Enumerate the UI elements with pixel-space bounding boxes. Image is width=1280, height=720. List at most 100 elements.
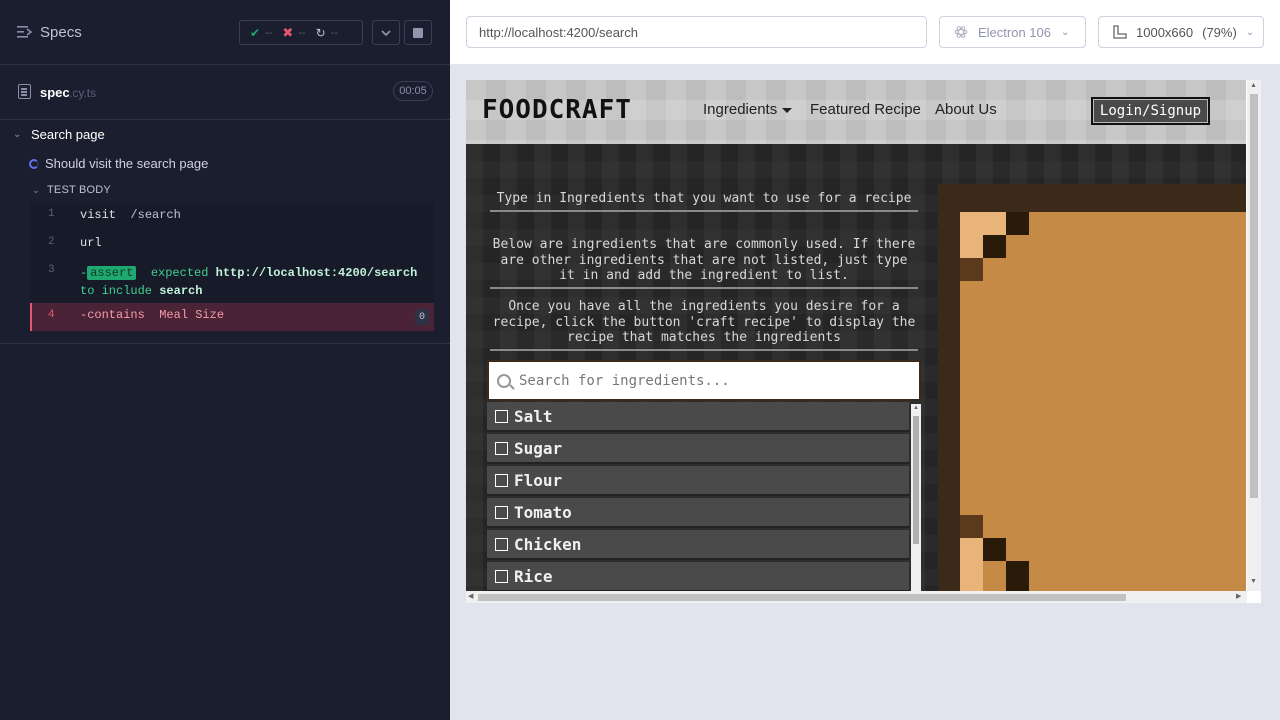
specs-title: Specs <box>40 24 82 41</box>
nav-featured-recipe[interactable]: Featured Recipe <box>810 101 921 118</box>
recipe-paper <box>960 212 1246 591</box>
scrollbar-thumb[interactable] <box>1250 94 1258 498</box>
test-body-header[interactable]: ⌄ TEST BODY <box>0 183 450 199</box>
recipe-panel <box>938 184 1246 591</box>
command-arg: Meal Size <box>159 308 225 322</box>
checkbox[interactable] <box>495 569 508 583</box>
test-stats: ✔ -- ✖ -- ↻ -- <box>239 20 363 45</box>
pixel-border <box>983 538 1006 561</box>
scroll-up-arrow-icon[interactable]: ▲ <box>1250 82 1257 89</box>
page-vertical-scrollbar[interactable]: ▲ ▼ <box>1247 80 1261 591</box>
chevron-down-icon: ⌄ <box>13 129 22 140</box>
ingredient-item[interactable]: Salt <box>487 402 909 432</box>
scrollbar-thumb[interactable] <box>913 416 919 544</box>
stop-button[interactable] <box>404 20 432 45</box>
chevron-down-icon: ⌄ <box>32 185 40 195</box>
x-icon: ✖ <box>282 24 294 40</box>
nav-about-us[interactable]: About Us <box>935 101 997 118</box>
chevron-down-icon: ⌄ <box>1245 26 1255 38</box>
scroll-up-arrow-icon[interactable]: ▲ <box>913 405 919 411</box>
suite-row[interactable]: ⌄ Search page <box>0 126 450 146</box>
ingredient-label: Chicken <box>514 534 582 554</box>
pixel-border <box>1006 212 1029 235</box>
scroll-right-arrow-icon[interactable]: ▶ <box>1236 592 1241 600</box>
ingredient-label: Flour <box>514 470 563 490</box>
spec-row[interactable]: spec .cy.ts 00:05 <box>0 65 450 120</box>
expand-collapse-button[interactable] <box>372 20 400 45</box>
command-text: visit /search <box>80 208 181 222</box>
pixel-border <box>960 258 983 281</box>
test-title: Should visit the search page <box>45 156 209 171</box>
passed-count: -- <box>265 26 273 39</box>
chevron-down-icon: ⌄ <box>1061 26 1070 38</box>
browser-selector[interactable]: Electron 106 ⌄ <box>939 16 1086 48</box>
specs-header: Specs ✔ -- ✖ -- ↻ -- <box>0 0 450 65</box>
assert-url: http://localhost:4200/search <box>215 266 418 280</box>
login-signup-button[interactable]: Login/Signup <box>1091 97 1210 125</box>
checkbox[interactable] <box>495 505 508 519</box>
chevron-down-icon <box>381 29 391 36</box>
command-text: url <box>80 236 102 250</box>
ingredient-item[interactable]: Flour <box>487 466 909 496</box>
command-row-failing[interactable]: 4 -contains Meal Size 0 <box>30 303 434 331</box>
aut-header: http://localhost:4200/search Electron 10… <box>450 0 1280 64</box>
ingredient-item[interactable]: Tomato <box>487 498 909 528</box>
search-main: Type in Ingredients that you want to use… <box>466 144 1246 591</box>
spec-extension: .cy.ts <box>69 86 97 100</box>
failed-count: -- <box>298 26 306 39</box>
foodcraft-logo[interactable]: FOODCRAFT <box>482 95 632 125</box>
ingredient-item[interactable]: Rice <box>487 562 909 591</box>
ingredient-scrollbar[interactable]: ▲ <box>911 404 921 591</box>
ingredient-label: Tomato <box>514 502 572 522</box>
ingredient-item[interactable]: Chicken <box>487 530 909 560</box>
ingredient-label: Rice <box>514 566 553 586</box>
command-number: 3 <box>48 264 55 276</box>
scrollbar-thumb[interactable] <box>478 594 1126 601</box>
ingredient-label: Sugar <box>514 438 563 458</box>
foodcraft-app: FOODCRAFT Ingredients Featured Recipe Ab… <box>466 80 1246 591</box>
specs-list-icon[interactable] <box>17 25 33 39</box>
spinner-icon: ↻ <box>315 25 326 40</box>
ingredient-label: Salt <box>514 406 553 426</box>
command-arg: /search <box>130 208 181 222</box>
caret-down-icon <box>782 107 793 113</box>
url-bar[interactable]: http://localhost:4200/search <box>466 16 927 48</box>
test-row[interactable]: Should visit the search page <box>0 155 450 173</box>
command-number: 2 <box>48 236 55 248</box>
command-text: -contains Meal Size <box>80 308 224 322</box>
nav-ingredients-dropdown[interactable]: Ingredients <box>703 101 793 118</box>
checkbox[interactable] <box>495 409 508 423</box>
assert-value: search <box>159 284 203 298</box>
viewport-size: 1000x660 <box>1136 24 1194 40</box>
ruler-icon <box>1113 25 1127 39</box>
pixel-border <box>983 235 1006 258</box>
scroll-down-arrow-icon[interactable]: ▼ <box>1250 578 1257 585</box>
ingredient-item[interactable]: Sugar <box>487 434 909 464</box>
instruction-text: Type in Ingredients that you want to use… <box>490 191 918 212</box>
running-status-icon <box>29 159 39 169</box>
checkbox[interactable] <box>495 537 508 551</box>
command-log: 1 visit /search 2 url 3 - assert expected… <box>30 203 434 331</box>
checkbox[interactable] <box>495 441 508 455</box>
stop-icon <box>413 27 423 38</box>
page-horizontal-scrollbar[interactable]: ◀ ▶ <box>466 591 1247 603</box>
ingredient-search-box[interactable] <box>487 360 921 401</box>
command-text: - assert expected http://localhost:4200/s… <box>80 264 417 300</box>
search-icon <box>497 373 511 388</box>
ingredient-list: Salt Sugar Flour Tomato Chicken Rice ▲ <box>487 402 921 591</box>
pixel-border <box>960 515 983 538</box>
command-number: 4 <box>48 309 55 321</box>
pixel-border <box>960 538 983 591</box>
checkbox[interactable] <box>495 473 508 487</box>
assert-expected: expected <box>150 266 209 280</box>
scroll-left-arrow-icon[interactable]: ◀ <box>468 592 473 600</box>
spec-name: spec <box>40 85 70 100</box>
aut-panel: http://localhost:4200/search Electron 10… <box>450 0 1280 720</box>
test-body-label: TEST BODY <box>47 184 111 196</box>
zoom-level: (79%) <box>1202 24 1237 40</box>
command-name: visit <box>80 208 117 222</box>
electron-icon <box>954 26 968 38</box>
ingredient-search-input[interactable] <box>519 372 899 389</box>
assert-include: to include <box>80 284 153 298</box>
viewport-selector[interactable]: 1000x660 (79%) ⌄ <box>1098 16 1264 48</box>
